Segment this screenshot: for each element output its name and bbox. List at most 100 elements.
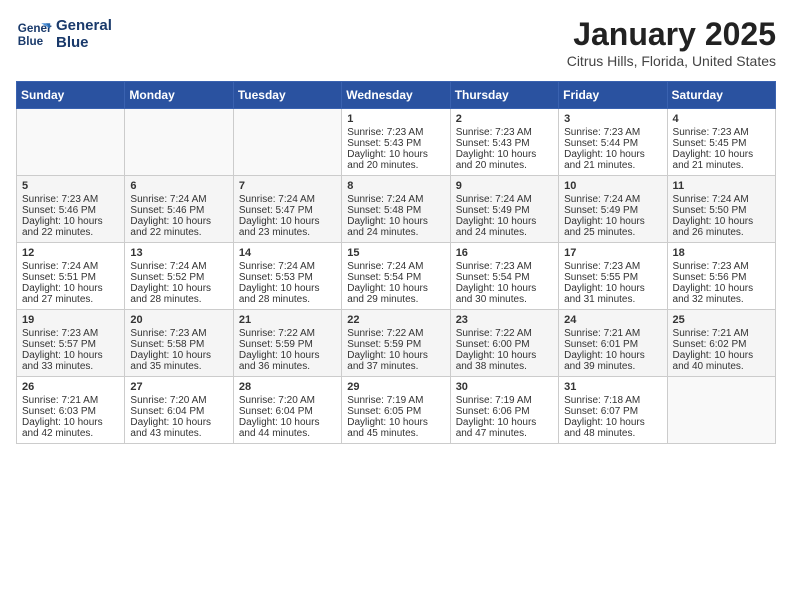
day-info-line: Daylight: 10 hours and 42 minutes. <box>22 417 119 439</box>
day-info-line: Daylight: 10 hours and 26 minutes. <box>673 216 770 238</box>
day-info-line: Sunrise: 7:23 AM <box>673 261 770 272</box>
day-number: 26 <box>22 381 119 393</box>
day-info-line: Sunrise: 7:24 AM <box>130 194 227 205</box>
day-info-line: Sunset: 5:50 PM <box>673 205 770 216</box>
day-info-line: Sunrise: 7:24 AM <box>130 261 227 272</box>
day-info-line: Sunset: 5:52 PM <box>130 272 227 283</box>
day-number: 5 <box>22 180 119 192</box>
day-number: 11 <box>673 180 770 192</box>
calendar-cell: 28Sunrise: 7:20 AMSunset: 6:04 PMDayligh… <box>233 377 341 444</box>
calendar-cell: 16Sunrise: 7:23 AMSunset: 5:54 PMDayligh… <box>450 243 558 310</box>
calendar-week-row: 1Sunrise: 7:23 AMSunset: 5:43 PMDaylight… <box>17 109 776 176</box>
calendar-week-row: 5Sunrise: 7:23 AMSunset: 5:46 PMDaylight… <box>17 176 776 243</box>
day-number: 6 <box>130 180 227 192</box>
day-info-line: Daylight: 10 hours and 44 minutes. <box>239 417 336 439</box>
day-info-line: Daylight: 10 hours and 20 minutes. <box>347 149 444 171</box>
calendar-cell: 17Sunrise: 7:23 AMSunset: 5:55 PMDayligh… <box>559 243 667 310</box>
calendar-cell: 24Sunrise: 7:21 AMSunset: 6:01 PMDayligh… <box>559 310 667 377</box>
day-info-line: Sunset: 5:43 PM <box>347 138 444 149</box>
day-info-line: Daylight: 10 hours and 25 minutes. <box>564 216 661 238</box>
day-info-line: Daylight: 10 hours and 21 minutes. <box>564 149 661 171</box>
day-info-line: Sunrise: 7:21 AM <box>673 328 770 339</box>
calendar-cell: 13Sunrise: 7:24 AMSunset: 5:52 PMDayligh… <box>125 243 233 310</box>
day-number: 13 <box>130 247 227 259</box>
day-info-line: Daylight: 10 hours and 28 minutes. <box>239 283 336 305</box>
day-number: 24 <box>564 314 661 326</box>
calendar-cell: 23Sunrise: 7:22 AMSunset: 6:00 PMDayligh… <box>450 310 558 377</box>
day-info-line: Sunset: 5:49 PM <box>456 205 553 216</box>
day-info-line: Daylight: 10 hours and 35 minutes. <box>130 350 227 372</box>
day-info-line: Sunrise: 7:23 AM <box>673 127 770 138</box>
day-info-line: Daylight: 10 hours and 27 minutes. <box>22 283 119 305</box>
day-info-line: Sunrise: 7:23 AM <box>564 261 661 272</box>
calendar-cell: 20Sunrise: 7:23 AMSunset: 5:58 PMDayligh… <box>125 310 233 377</box>
day-info-line: Sunrise: 7:24 AM <box>239 261 336 272</box>
day-info-line: Sunrise: 7:21 AM <box>22 395 119 406</box>
logo-icon: General Blue <box>16 16 52 52</box>
day-number: 18 <box>673 247 770 259</box>
day-number: 25 <box>673 314 770 326</box>
calendar-cell: 25 Sunrise: 7:21 AMSunset: 6:02 PMDayligh… <box>667 310 775 377</box>
day-number: 20 <box>130 314 227 326</box>
day-info-line: Sunrise: 7:19 AM <box>347 395 444 406</box>
calendar-cell: 7Sunrise: 7:24 AMSunset: 5:47 PMDaylight… <box>233 176 341 243</box>
day-info-line: Sunset: 6:02 PM <box>673 339 770 350</box>
day-number: 29 <box>347 381 444 393</box>
day-info-line: Sunset: 5:58 PM <box>130 339 227 350</box>
day-info-line: Sunrise: 7:23 AM <box>347 127 444 138</box>
day-info-line: Daylight: 10 hours and 47 minutes. <box>456 417 553 439</box>
day-info-line: Sunset: 6:06 PM <box>456 406 553 417</box>
day-of-week-header: Tuesday <box>233 82 341 109</box>
day-info-line: Sunrise: 7:24 AM <box>347 261 444 272</box>
calendar-cell: 26Sunrise: 7:21 AMSunset: 6:03 PMDayligh… <box>17 377 125 444</box>
day-info-line: Sunrise: 7:22 AM <box>239 328 336 339</box>
day-info-line: Sunset: 5:53 PM <box>239 272 336 283</box>
day-info-line: Daylight: 10 hours and 22 minutes. <box>22 216 119 238</box>
calendar-table: SundayMondayTuesdayWednesdayThursdayFrid… <box>16 81 776 444</box>
day-number: 3 <box>564 113 661 125</box>
day-number: 21 <box>239 314 336 326</box>
day-info-line: Sunset: 5:59 PM <box>239 339 336 350</box>
day-info-line: Daylight: 10 hours and 24 minutes. <box>347 216 444 238</box>
day-number: 8 <box>347 180 444 192</box>
day-info-line: Daylight: 10 hours and 45 minutes. <box>347 417 444 439</box>
calendar-cell: 18Sunrise: 7:23 AMSunset: 5:56 PMDayligh… <box>667 243 775 310</box>
day-info-line: Sunrise: 7:22 AM <box>347 328 444 339</box>
day-info-line: Sunset: 6:05 PM <box>347 406 444 417</box>
day-info-line: Daylight: 10 hours and 22 minutes. <box>130 216 227 238</box>
calendar-cell: 1Sunrise: 7:23 AMSunset: 5:43 PMDaylight… <box>342 109 450 176</box>
day-number: 27 <box>130 381 227 393</box>
day-info-line: Sunset: 5:59 PM <box>347 339 444 350</box>
day-info-line: Sunrise: 7:18 AM <box>564 395 661 406</box>
calendar-cell: 15Sunrise: 7:24 AMSunset: 5:54 PMDayligh… <box>342 243 450 310</box>
day-info-line: Sunrise: 7:22 AM <box>456 328 553 339</box>
day-info-line: Sunset: 6:00 PM <box>456 339 553 350</box>
day-info-line: Sunrise: 7:23 AM <box>22 194 119 205</box>
day-info-line: Sunset: 6:01 PM <box>564 339 661 350</box>
day-info-line: Sunrise: 7:24 AM <box>564 194 661 205</box>
day-info-line: Sunset: 5:45 PM <box>673 138 770 149</box>
calendar-cell <box>233 109 341 176</box>
day-number: 28 <box>239 381 336 393</box>
day-number: 2 <box>456 113 553 125</box>
day-info-line: Daylight: 10 hours and 30 minutes. <box>456 283 553 305</box>
day-info-line: Daylight: 10 hours and 21 minutes. <box>673 149 770 171</box>
logo-text: General Blue <box>56 17 112 52</box>
day-info-line: Sunset: 6:04 PM <box>130 406 227 417</box>
day-info-line: Sunset: 5:54 PM <box>347 272 444 283</box>
calendar-cell: 29 Sunrise: 7:19 AMSunset: 6:05 PMDayligh… <box>342 377 450 444</box>
day-number: 14 <box>239 247 336 259</box>
day-number: 22 <box>347 314 444 326</box>
calendar-cell: 10Sunrise: 7:24 AMSunset: 5:49 PMDayligh… <box>559 176 667 243</box>
day-info-line: Daylight: 10 hours and 40 minutes. <box>673 350 770 372</box>
calendar-cell: 9Sunrise: 7:24 AMSunset: 5:49 PMDaylight… <box>450 176 558 243</box>
calendar-cell: 30Sunrise: 7:19 AMSunset: 6:06 PMDayligh… <box>450 377 558 444</box>
calendar-cell: 8Sunrise: 7:24 AMSunset: 5:48 PMDaylight… <box>342 176 450 243</box>
day-number: 30 <box>456 381 553 393</box>
day-number: 19 <box>22 314 119 326</box>
calendar-header-row: SundayMondayTuesdayWednesdayThursdayFrid… <box>17 82 776 109</box>
day-info-line: Sunrise: 7:23 AM <box>22 328 119 339</box>
day-info-line: Sunrise: 7:23 AM <box>456 127 553 138</box>
calendar-cell: 19Sunrise: 7:23 AMSunset: 5:57 PMDayligh… <box>17 310 125 377</box>
day-info-line: Daylight: 10 hours and 32 minutes. <box>673 283 770 305</box>
